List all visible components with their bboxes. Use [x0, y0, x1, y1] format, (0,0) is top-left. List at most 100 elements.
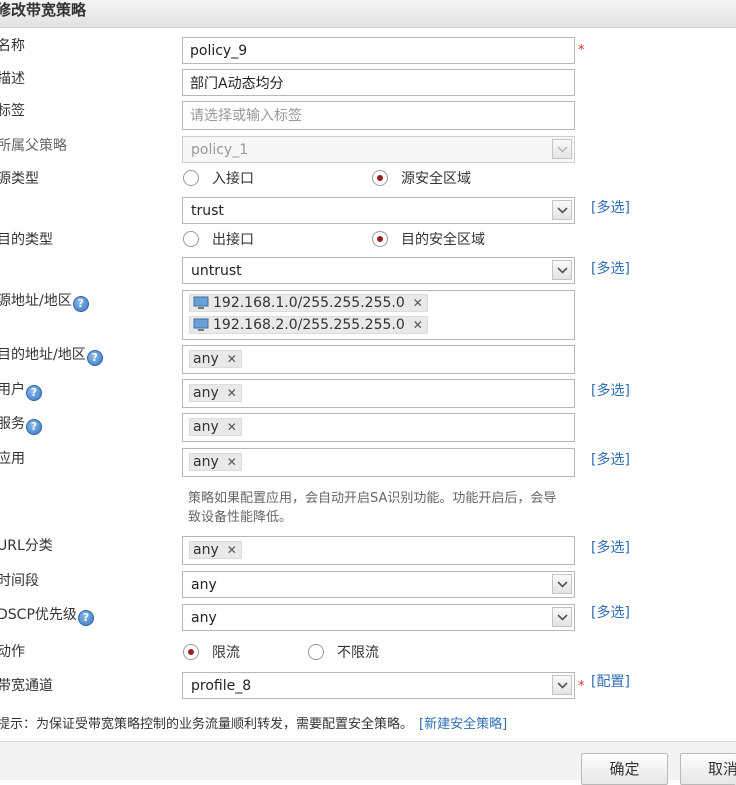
service-field[interactable]: any ✕	[182, 413, 575, 442]
dscp-select[interactable]: any	[182, 604, 575, 631]
name-input[interactable]	[183, 38, 574, 63]
radio-circle-selected[interactable]	[372, 170, 388, 186]
tags-field[interactable]	[182, 101, 575, 130]
close-icon[interactable]: ✕	[227, 352, 237, 366]
dest-address-field[interactable]: any ✕	[182, 345, 575, 374]
question-circle-icon[interactable]: ?	[26, 419, 42, 435]
radio-label: 不限流	[337, 645, 379, 661]
radio-rate-limit[interactable]: 限流	[183, 642, 240, 662]
address-tag: 192.168.2.0/255.255.255.0 ✕	[189, 316, 428, 334]
radio-dest-zone[interactable]: 目的安全区域	[372, 229, 485, 249]
parent-policy-select: policy_1	[182, 136, 575, 163]
dscp-label-text: DSCP优先级	[0, 607, 77, 623]
source-address-field[interactable]: 192.168.1.0/255.255.255.0 ✕ 192.168.2.0/…	[182, 290, 575, 340]
chevron-down-icon[interactable]	[552, 675, 572, 695]
radio-egress-interface[interactable]: 出接口	[183, 229, 254, 249]
bandwidth-channel-select[interactable]: profile_8	[182, 672, 575, 699]
chevron-down-icon[interactable]	[552, 260, 572, 280]
chevron-down-icon[interactable]	[552, 574, 572, 594]
description-input[interactable]	[183, 70, 574, 95]
radio-source-zone[interactable]: 源安全区域	[372, 168, 471, 188]
bandwidth-channel-value: profile_8	[191, 677, 252, 694]
description-field[interactable]	[182, 69, 575, 96]
close-icon[interactable]: ✕	[227, 455, 237, 469]
tag-text: any	[193, 419, 219, 435]
radio-no-rate-limit[interactable]: 不限流	[308, 642, 379, 662]
source-type-label: 源类型	[0, 171, 39, 187]
application-field[interactable]: any ✕	[182, 448, 575, 477]
radio-circle-selected[interactable]	[372, 231, 388, 247]
bandwidth-channel-config-link[interactable]: [配置]	[591, 673, 630, 691]
url-category-multi-select-link[interactable]: [多选]	[591, 539, 630, 557]
service-label: 服务?	[0, 414, 42, 435]
application-label: 应用	[0, 451, 25, 467]
url-category-field[interactable]: any ✕	[182, 536, 575, 565]
address-tag: 192.168.1.0/255.255.255.0 ✕	[189, 294, 428, 312]
address-tag-text: 192.168.2.0/255.255.255.0	[213, 317, 405, 333]
name-label: 名称	[0, 38, 25, 54]
radio-circle[interactable]	[183, 170, 199, 186]
user-field[interactable]: any ✕	[182, 379, 575, 408]
close-icon[interactable]: ✕	[413, 318, 423, 332]
chevron-down-icon[interactable]	[552, 200, 572, 220]
ok-button[interactable]: 确定	[581, 753, 668, 785]
radio-label: 入接口	[212, 171, 254, 187]
dialog-title: 修改带宽策略	[0, 0, 736, 28]
source-zone-value: trust	[191, 202, 224, 219]
cancel-button[interactable]: 取消	[680, 753, 736, 785]
chevron-down-icon	[552, 139, 572, 159]
dest-type-label: 目的类型	[0, 232, 53, 248]
question-circle-icon[interactable]: ?	[86, 350, 103, 366]
address-tag-text: 192.168.1.0/255.255.255.0	[213, 295, 405, 311]
close-icon[interactable]: ✕	[413, 296, 423, 310]
footer-tip: 提示：为保证受带宽策略控制的业务流量顺利转发，需要配置安全策略。 [新建安全策略]	[0, 713, 507, 732]
any-tag: any ✕	[189, 453, 242, 471]
source-address-label-text: 源地址/地区	[0, 293, 72, 309]
radio-ingress-interface[interactable]: 入接口	[183, 168, 254, 188]
any-tag: any ✕	[189, 541, 242, 559]
tags-label: 标签	[0, 103, 25, 119]
tags-input[interactable]	[183, 102, 574, 129]
radio-circle-selected[interactable]	[183, 644, 199, 660]
computer-icon	[193, 318, 209, 331]
time-range-label: 时间段	[0, 573, 39, 589]
application-note: 策略如果配置应用，会自动开启SA识别功能。功能开启后，会导致设备性能降低。	[188, 491, 557, 525]
dscp-multi-select-link[interactable]: [多选]	[591, 604, 630, 622]
source-address-label: 源地址/地区?	[0, 291, 89, 312]
radio-circle[interactable]	[308, 644, 324, 660]
time-range-value: any	[191, 576, 217, 593]
close-icon[interactable]: ✕	[227, 543, 237, 557]
new-security-policy-link[interactable]: [新建安全策略]	[419, 717, 507, 732]
question-circle-icon[interactable]: ?	[72, 296, 89, 312]
application-multi-select-link[interactable]: [多选]	[591, 451, 630, 469]
any-tag: any ✕	[189, 418, 242, 436]
bandwidth-channel-required-mark: *	[578, 679, 585, 694]
close-icon[interactable]: ✕	[227, 386, 237, 400]
dscp-label: DSCP优先级?	[0, 605, 94, 626]
question-circle-icon[interactable]: ?	[26, 385, 42, 401]
parent-policy-label: 所属父策略	[0, 138, 67, 154]
any-tag: any ✕	[189, 350, 242, 368]
tag-text: any	[193, 542, 219, 558]
source-zone-multi-select-link[interactable]: [多选]	[591, 199, 630, 217]
question-circle-icon[interactable]: ?	[77, 610, 94, 626]
time-range-select[interactable]: any	[182, 571, 575, 598]
source-zone-select[interactable]: trust	[182, 197, 575, 224]
tag-text: any	[193, 351, 219, 367]
dest-zone-select[interactable]: untrust	[182, 257, 575, 284]
url-category-label: URL分类	[0, 538, 53, 554]
tag-text: any	[193, 454, 219, 470]
radio-circle[interactable]	[183, 231, 199, 247]
chevron-down-icon[interactable]	[552, 607, 572, 627]
user-multi-select-link[interactable]: [多选]	[591, 382, 630, 400]
footer-tip-text: 提示：为保证受带宽策略控制的业务流量顺利转发，需要配置安全策略。	[0, 717, 414, 732]
description-label: 描述	[0, 71, 25, 87]
dest-zone-multi-select-link[interactable]: [多选]	[591, 260, 630, 278]
name-field[interactable]	[182, 37, 575, 64]
dest-zone-value: untrust	[191, 262, 242, 279]
close-icon[interactable]: ✕	[227, 420, 237, 434]
service-label-text: 服务	[0, 416, 25, 432]
radio-label: 出接口	[212, 232, 254, 248]
parent-policy-value: policy_1	[191, 141, 249, 158]
user-label-text: 用户	[0, 382, 25, 398]
